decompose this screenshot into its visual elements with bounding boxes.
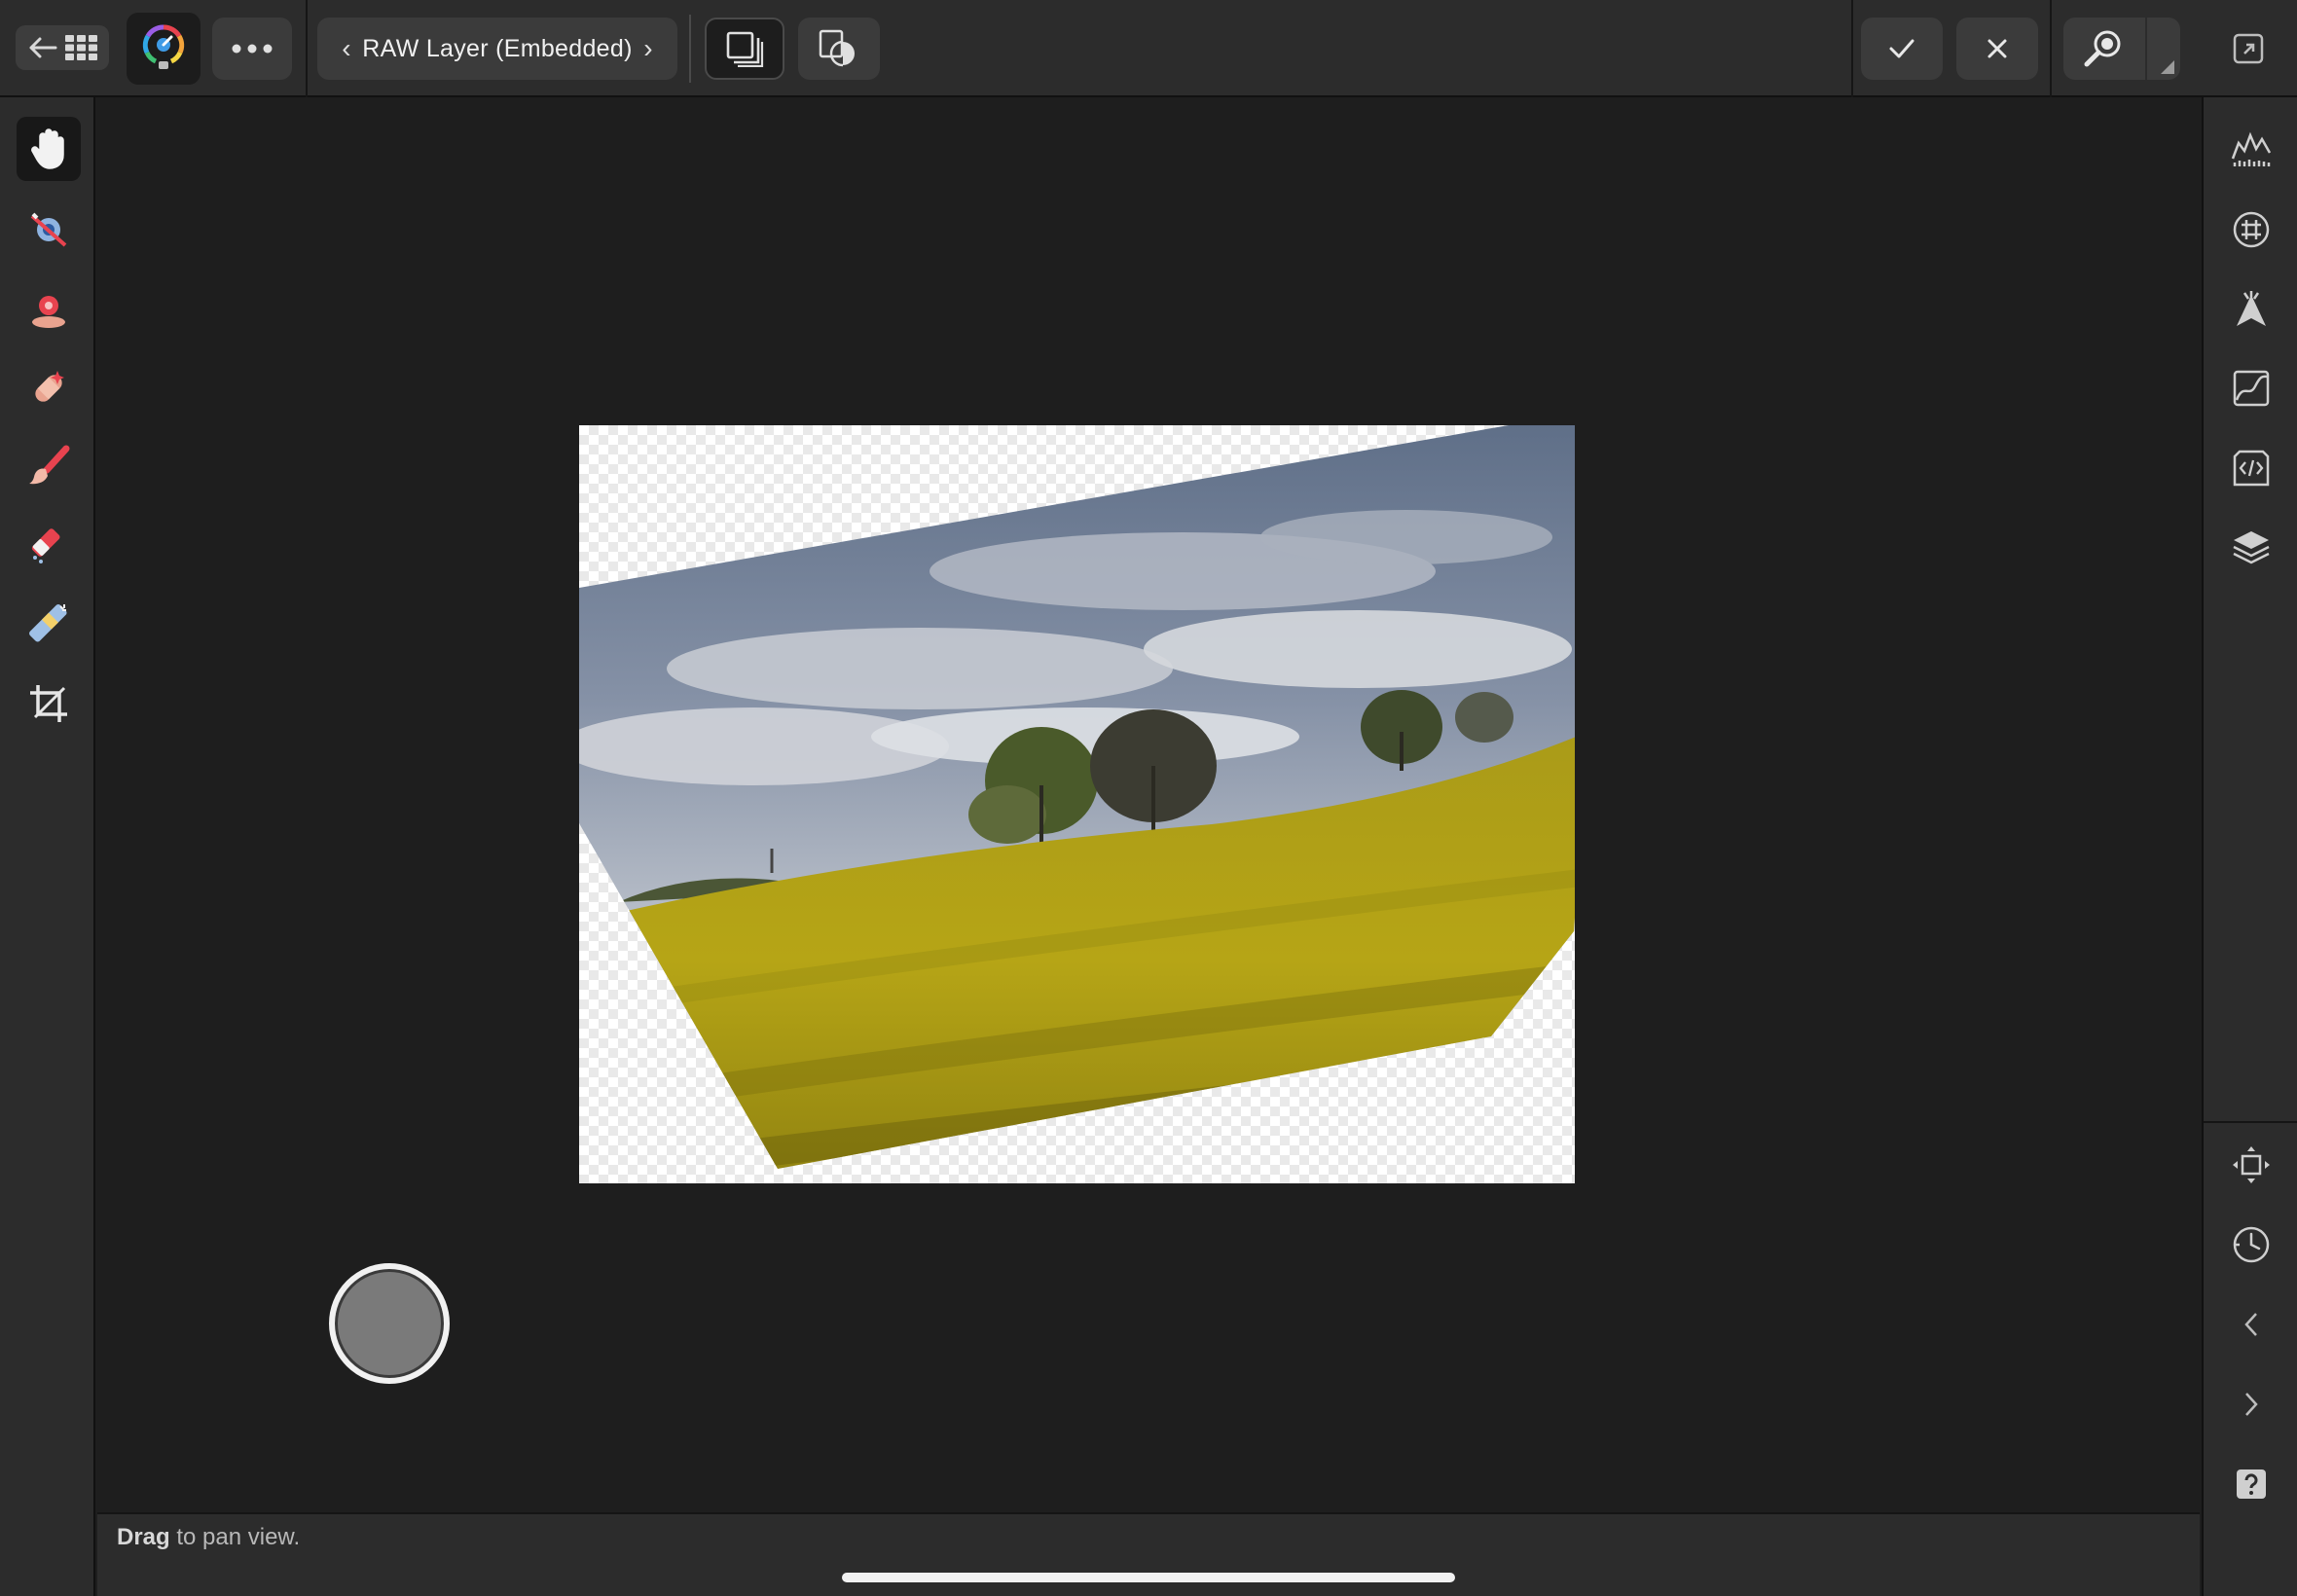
histogram-icon <box>2231 131 2272 166</box>
scope-studio-button[interactable] <box>2219 436 2283 500</box>
back-arrow-icon <box>29 37 57 58</box>
toolbar-separator <box>689 15 691 83</box>
canvas-area[interactable] <box>97 99 2200 1512</box>
previous-studio-button[interactable] <box>2219 1292 2283 1357</box>
commit-icon <box>1889 39 1914 58</box>
inpainting-tool-button[interactable] <box>17 356 81 420</box>
chevron-right-icon <box>2245 1393 2258 1416</box>
focus-studio-button[interactable] <box>2219 277 2283 342</box>
transform-studio-button[interactable] <box>2219 1133 2283 1197</box>
context-status-bar: Drag to pan view. <box>97 1512 2200 1596</box>
status-hint-text: to pan view. <box>169 1524 301 1550</box>
persona-button[interactable] <box>127 13 201 85</box>
lens-studio-button[interactable] <box>2219 198 2283 262</box>
history-icon <box>2233 1226 2270 1263</box>
histogram-studio-button[interactable] <box>2219 117 2283 181</box>
cancel-button[interactable] <box>1956 18 2038 80</box>
hand-tool-ghost-button[interactable] <box>329 1263 450 1384</box>
layers-stack-icon <box>2233 531 2270 564</box>
focus-icon <box>2237 291 2266 326</box>
document-canvas[interactable] <box>579 425 1575 1183</box>
lens-icon <box>2233 211 2270 248</box>
toolbar-separator <box>306 0 308 97</box>
tools-panel <box>0 97 95 1596</box>
layer-selector: ‹ RAW Layer (Embedded) › <box>317 18 677 80</box>
chevron-left-icon <box>2244 1313 2257 1336</box>
toolbar-separator <box>1851 0 1853 97</box>
layers-toggle-button[interactable] <box>705 18 784 80</box>
home-indicator[interactable] <box>842 1573 1455 1582</box>
layers-icon <box>726 31 764 67</box>
help-button[interactable] <box>2219 1452 2283 1516</box>
erase-brush-tool-button[interactable] <box>17 512 81 576</box>
back-to-home-button[interactable] <box>16 25 109 70</box>
app-root: ‹ RAW Layer (Embedded) › Drag to pan vie… <box>0 0 2297 1596</box>
zoom-divider <box>2145 18 2147 80</box>
scope-icon <box>2233 450 2270 487</box>
transform-icon <box>2233 1146 2270 1183</box>
blemish-tool-button[interactable] <box>17 278 81 343</box>
erase-brush-tool-icon <box>31 528 60 563</box>
fullscreen-icon <box>2233 33 2264 64</box>
studio-divider <box>2204 1121 2297 1123</box>
view-mode-icon <box>819 29 855 67</box>
next-layer-button[interactable]: › <box>635 33 662 64</box>
help-icon <box>2237 1469 2266 1499</box>
red-eye-tool-icon <box>30 212 67 247</box>
view-tool-icon <box>31 128 64 169</box>
paint-brush-tool-icon <box>29 445 70 485</box>
grid-icon <box>65 35 97 60</box>
zoom-button[interactable] <box>2063 18 2180 80</box>
top-toolbar: ‹ RAW Layer (Embedded) › <box>0 0 2297 97</box>
crop-tool-button[interactable] <box>17 671 81 736</box>
raw-photo-layer[interactable] <box>579 425 1575 1183</box>
commit-button[interactable] <box>1861 18 1943 80</box>
zoom-icon <box>2084 30 2121 67</box>
status-hint-action: Drag <box>117 1524 170 1550</box>
blemish-tool-icon <box>32 296 65 328</box>
clone-tool-icon <box>29 604 67 642</box>
clone-tool-button[interactable] <box>17 592 81 656</box>
next-studio-button[interactable] <box>2219 1372 2283 1436</box>
more-icon <box>232 44 273 54</box>
previous-layer-button[interactable]: ‹ <box>333 33 360 64</box>
red-eye-tool-button[interactable] <box>17 198 81 262</box>
inpainting-tool-icon <box>35 371 64 402</box>
tones-studio-button[interactable] <box>2219 356 2283 420</box>
persona-icon <box>142 24 185 69</box>
studio-panel <box>2202 97 2297 1596</box>
cancel-icon <box>1987 39 2007 58</box>
crop-tool-icon <box>30 685 67 722</box>
zoom-options-corner-icon <box>2161 60 2174 74</box>
layers-studio-button[interactable] <box>2219 516 2283 580</box>
history-studio-button[interactable] <box>2219 1213 2283 1277</box>
status-hint: Drag to pan view. <box>117 1524 300 1551</box>
view-mode-button[interactable] <box>798 18 880 80</box>
view-tool-button[interactable] <box>17 117 81 181</box>
fullscreen-button[interactable] <box>2229 29 2268 68</box>
layer-name[interactable]: RAW Layer (Embedded) <box>360 35 635 63</box>
more-button[interactable] <box>212 18 292 80</box>
tones-icon <box>2233 370 2270 407</box>
toolbar-separator <box>2050 0 2052 97</box>
paint-brush-tool-button[interactable] <box>17 434 81 498</box>
